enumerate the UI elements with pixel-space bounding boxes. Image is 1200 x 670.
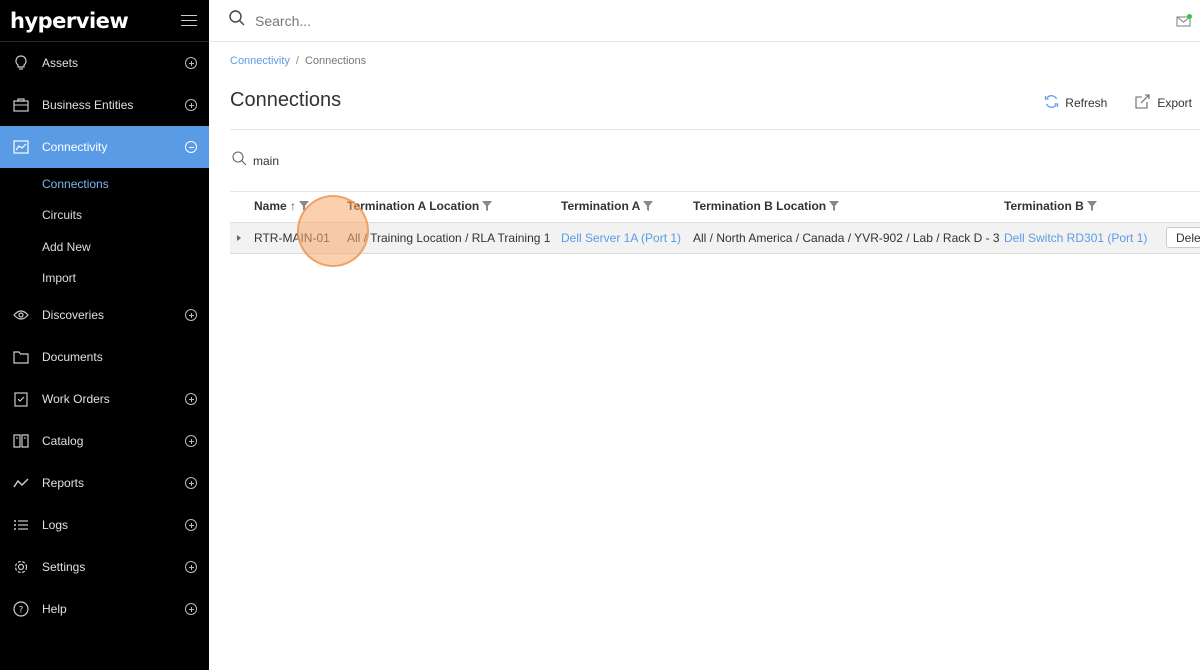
filter-funnel-icon[interactable] xyxy=(299,200,310,214)
top-bar xyxy=(209,0,1200,42)
sidebar-item-label: Connectivity xyxy=(42,140,108,154)
sidebar-item-reports[interactable]: Reports xyxy=(0,462,209,504)
sidebar-item-label: Discoveries xyxy=(42,308,105,322)
network-icon xyxy=(12,138,30,156)
sidebar-item-help[interactable]: ? Help xyxy=(0,588,209,630)
sidebar-item-label: Assets xyxy=(42,56,79,70)
sidebar-item-logs[interactable]: Logs xyxy=(0,504,209,546)
mail-icon[interactable] xyxy=(1176,14,1192,33)
expand-plus-icon[interactable] xyxy=(185,477,197,489)
book-icon xyxy=(12,432,30,450)
sidebar-item-label: Documents xyxy=(42,350,103,364)
filter-funnel-icon[interactable] xyxy=(829,200,840,214)
svg-text:?: ? xyxy=(19,606,24,616)
column-header-termination-b[interactable]: Termination B xyxy=(1004,192,1166,222)
sort-ascending-icon[interactable]: ↑ xyxy=(290,199,296,213)
expand-plus-icon[interactable] xyxy=(185,99,197,111)
table-row[interactable]: RTR-MAIN-01 All / Training Location / RL… xyxy=(230,222,1200,253)
sidebar-item-discoveries[interactable]: Discoveries xyxy=(0,294,209,336)
filter-funnel-icon[interactable] xyxy=(1086,200,1097,214)
main-content: Connectivity / Connections Connections Ref… xyxy=(230,42,1200,254)
cell-termination-b-link[interactable]: Dell Switch RD301 (Port 1) xyxy=(1004,222,1166,253)
column-header-label: Termination A xyxy=(561,199,641,214)
breadcrumb-separator: / xyxy=(295,55,299,67)
sidebar-item-connectivity[interactable]: Connectivity xyxy=(0,126,209,168)
cell-termination-b-location: All / North America / Canada / YVR-902 /… xyxy=(693,230,1000,245)
breadcrumb: Connectivity / Connections xyxy=(230,55,1200,67)
briefcase-icon xyxy=(12,96,30,114)
sidebar-item-label: Catalog xyxy=(42,434,84,448)
filter-search-icon xyxy=(232,150,247,171)
sidebar-item-label: Logs xyxy=(42,518,69,532)
brand-bar: hyperview xyxy=(0,0,209,42)
sidebar-item-business-entities[interactable]: Business Entities xyxy=(0,84,209,126)
refresh-label: Refresh xyxy=(1065,96,1108,110)
search-icon[interactable] xyxy=(229,10,245,31)
filter-funnel-icon[interactable] xyxy=(482,200,493,214)
column-header-label: Name xyxy=(254,199,287,214)
clipboard-icon xyxy=(12,390,30,408)
expand-plus-icon[interactable] xyxy=(185,309,197,321)
table-header-row: Name ↑ Termination A Location Terminatio… xyxy=(230,192,1200,222)
breadcrumb-link-connectivity[interactable]: Connectivity xyxy=(230,55,290,67)
column-header-name[interactable]: Name ↑ xyxy=(254,192,347,222)
table-filter xyxy=(230,130,1200,192)
connections-table: Name ↑ Termination A Location Terminatio… xyxy=(230,192,1200,254)
cell-termination-a-link[interactable]: Dell Server 1A (Port 1) xyxy=(561,222,693,253)
page-actions: Refresh Export xyxy=(1044,94,1192,112)
app-logo[interactable]: hyperview xyxy=(10,9,129,33)
export-label: Export xyxy=(1157,96,1192,110)
export-icon xyxy=(1135,94,1151,112)
column-header-label: Termination B xyxy=(1004,199,1084,214)
sidebar-item-label: Business Entities xyxy=(42,98,134,112)
expand-plus-icon[interactable] xyxy=(185,435,197,447)
sidebar-subitem-add-new[interactable]: Add New xyxy=(0,231,209,263)
expand-plus-icon[interactable] xyxy=(185,393,197,405)
expand-plus-icon[interactable] xyxy=(185,603,197,615)
sidebar: hyperview Assets Business Entities Conne… xyxy=(0,0,209,670)
sidebar-subitem-connections[interactable]: Connections xyxy=(0,168,209,200)
cell-termination-a-location: All / Training Location / RLA Training 1 xyxy=(347,230,551,245)
question-icon: ? xyxy=(12,600,30,618)
delete-button[interactable]: Dele xyxy=(1166,227,1200,248)
sidebar-item-settings[interactable]: Settings xyxy=(0,546,209,588)
expand-row-caret-icon[interactable] xyxy=(237,234,241,241)
gear-icon xyxy=(12,558,30,576)
export-button[interactable]: Export xyxy=(1135,94,1192,112)
global-search-input[interactable] xyxy=(255,12,555,29)
column-header-termination-a-location[interactable]: Termination A Location xyxy=(347,192,561,222)
filter-input[interactable] xyxy=(253,153,453,168)
expand-plus-icon[interactable] xyxy=(185,561,197,573)
expand-plus-icon[interactable] xyxy=(185,519,197,531)
list-icon xyxy=(12,516,30,534)
column-header-termination-b-location[interactable]: Termination B Location xyxy=(693,192,1004,222)
sidebar-item-label: Help xyxy=(42,602,67,616)
sidebar-item-documents[interactable]: Documents xyxy=(0,336,209,378)
folder-icon xyxy=(12,348,30,366)
page-title: Connections xyxy=(230,89,342,111)
sidebar-item-work-orders[interactable]: Work Orders xyxy=(0,378,209,420)
column-header-label: Termination B Location xyxy=(693,199,827,214)
refresh-button[interactable]: Refresh xyxy=(1044,94,1107,112)
title-row: Connections Refresh Export xyxy=(230,89,1200,130)
column-header-label: Termination A Location xyxy=(347,199,480,214)
sidebar-item-label: Settings xyxy=(42,560,86,574)
collapse-minus-icon[interactable] xyxy=(185,141,197,153)
hamburger-menu-icon[interactable] xyxy=(181,14,197,27)
cell-name: RTR-MAIN-01 xyxy=(254,230,330,245)
column-header-termination-a[interactable]: Termination A xyxy=(561,192,693,222)
sidebar-subitem-import[interactable]: Import xyxy=(0,263,209,295)
chart-line-icon xyxy=(12,474,30,492)
sidebar-item-catalog[interactable]: Catalog xyxy=(0,420,209,462)
breadcrumb-current: Connections xyxy=(304,55,367,67)
refresh-icon xyxy=(1044,94,1059,112)
eye-icon xyxy=(12,306,30,324)
filter-funnel-icon[interactable] xyxy=(643,200,654,214)
sidebar-subitem-circuits[interactable]: Circuits xyxy=(0,200,209,232)
expand-plus-icon[interactable] xyxy=(185,57,197,69)
sidebar-item-assets[interactable]: Assets xyxy=(0,42,209,84)
bulb-icon xyxy=(12,54,30,72)
sidebar-item-label: Work Orders xyxy=(42,392,110,406)
sidebar-item-label: Reports xyxy=(42,476,85,490)
